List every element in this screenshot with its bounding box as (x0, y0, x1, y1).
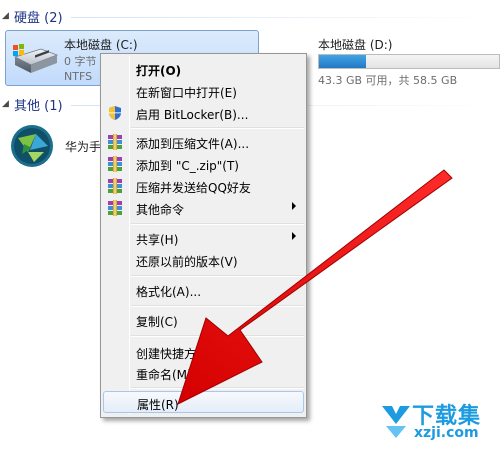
menu-item-label: 创建快捷方式 (136, 347, 209, 361)
huawei-item-label: 华为手 (65, 140, 102, 154)
winrar-icon (108, 134, 122, 150)
menu-item-label: 共享(H) (136, 233, 179, 247)
menu-item-label: 启用 BitLocker(B)... (136, 108, 249, 122)
huawei-device-item[interactable]: 华为手 (10, 124, 110, 168)
menu-item-copy[interactable]: 复制(C) (103, 309, 304, 331)
menu-item-open-new-window[interactable]: 在新窗口中打开(E) (103, 80, 304, 102)
menu-item-format[interactable]: 格式化(A)... (103, 279, 304, 301)
menu-item-other-commands[interactable]: 其他命令 (103, 197, 304, 219)
winrar-icon (108, 200, 122, 216)
menu-item-label: 属性(R) (137, 398, 179, 412)
storage-usage-fill (319, 55, 366, 68)
menu-item-label: 打开(O) (136, 64, 182, 78)
group-label: 硬盘 (2) (14, 10, 63, 26)
menu-item-compress-send-qq[interactable]: 压缩并发送给QQ好友 (103, 175, 304, 197)
windows-logo (13, 44, 24, 56)
drive-d-tile[interactable]: 本地磁盘 (D:) 43.3 GB 可用，共 58.5 GB (318, 32, 500, 87)
menu-item-label: 其他命令 (136, 203, 185, 217)
winrar-icon (108, 156, 122, 172)
hard-drive-icon (13, 44, 59, 73)
shield-icon (109, 106, 121, 120)
menu-item-label: 格式化(A)... (136, 285, 202, 299)
site-watermark: 下载集 xzji.com (380, 398, 495, 446)
menu-separator (131, 223, 304, 225)
winrar-icon (108, 178, 122, 194)
huawei-app-icon (11, 125, 53, 167)
drive-c-name: 本地磁盘 (C:) (64, 38, 138, 52)
menu-separator (131, 335, 304, 337)
collapse-chevron-icon[interactable]: ◢ (2, 10, 14, 22)
group-header-hard-drives[interactable]: ◢ 硬盘 (2) (0, 6, 500, 26)
submenu-arrow-icon (292, 202, 296, 210)
menu-item-rename[interactable]: 重命名(M) (103, 362, 304, 384)
menu-separator (131, 127, 304, 129)
menu-item-open[interactable]: 打开(O) (103, 58, 304, 80)
collapse-chevron-icon[interactable]: ◢ (2, 98, 14, 110)
menu-item-label: 复制(C) (136, 315, 178, 329)
menu-item-label: 添加到 "C_.zip"(T) (136, 159, 239, 173)
menu-item-label: 压缩并发送给QQ好友 (136, 181, 251, 195)
storage-usage-bar (318, 54, 500, 69)
menu-item-share[interactable]: 共享(H) (103, 227, 304, 249)
menu-item-bitlocker[interactable]: 启用 BitLocker(B)... (103, 102, 304, 124)
menu-item-label: 重命名(M) (136, 368, 192, 382)
submenu-arrow-icon (292, 232, 296, 240)
menu-item-add-to-zip[interactable]: 添加到 "C_.zip"(T) (103, 153, 304, 175)
watermark-url: xzji.com (414, 425, 479, 441)
drive-d-name: 本地磁盘 (D:) (318, 38, 393, 52)
drive-d-free-space: 43.3 GB 可用，共 58.5 GB (318, 74, 458, 87)
menu-separator (131, 387, 304, 389)
menu-item-create-shortcut[interactable]: 创建快捷方式 (103, 341, 304, 363)
menu-item-label: 添加到压缩文件(A)... (136, 137, 250, 151)
drive-c-size: 0 字节 (64, 55, 97, 68)
group-divider (70, 16, 500, 18)
menu-item-add-to-archive[interactable]: 添加到压缩文件(A)... (103, 131, 304, 153)
menu-item-properties[interactable]: 属性(R) (103, 391, 304, 413)
menu-separator (131, 305, 304, 307)
watermark-logo-icon (382, 406, 410, 438)
menu-item-restore-previous-versions[interactable]: 还原以前的版本(V) (103, 249, 304, 271)
menu-item-label: 还原以前的版本(V) (136, 255, 238, 269)
group-label: 其他 (1) (14, 98, 63, 114)
context-menu: 打开(O) 在新窗口中打开(E) 启用 BitLocker(B)... 添加到压… (100, 53, 307, 418)
menu-item-label: 在新窗口中打开(E) (136, 86, 237, 100)
menu-separator (131, 275, 304, 277)
drive-c-filesystem: NTFS (64, 70, 93, 83)
